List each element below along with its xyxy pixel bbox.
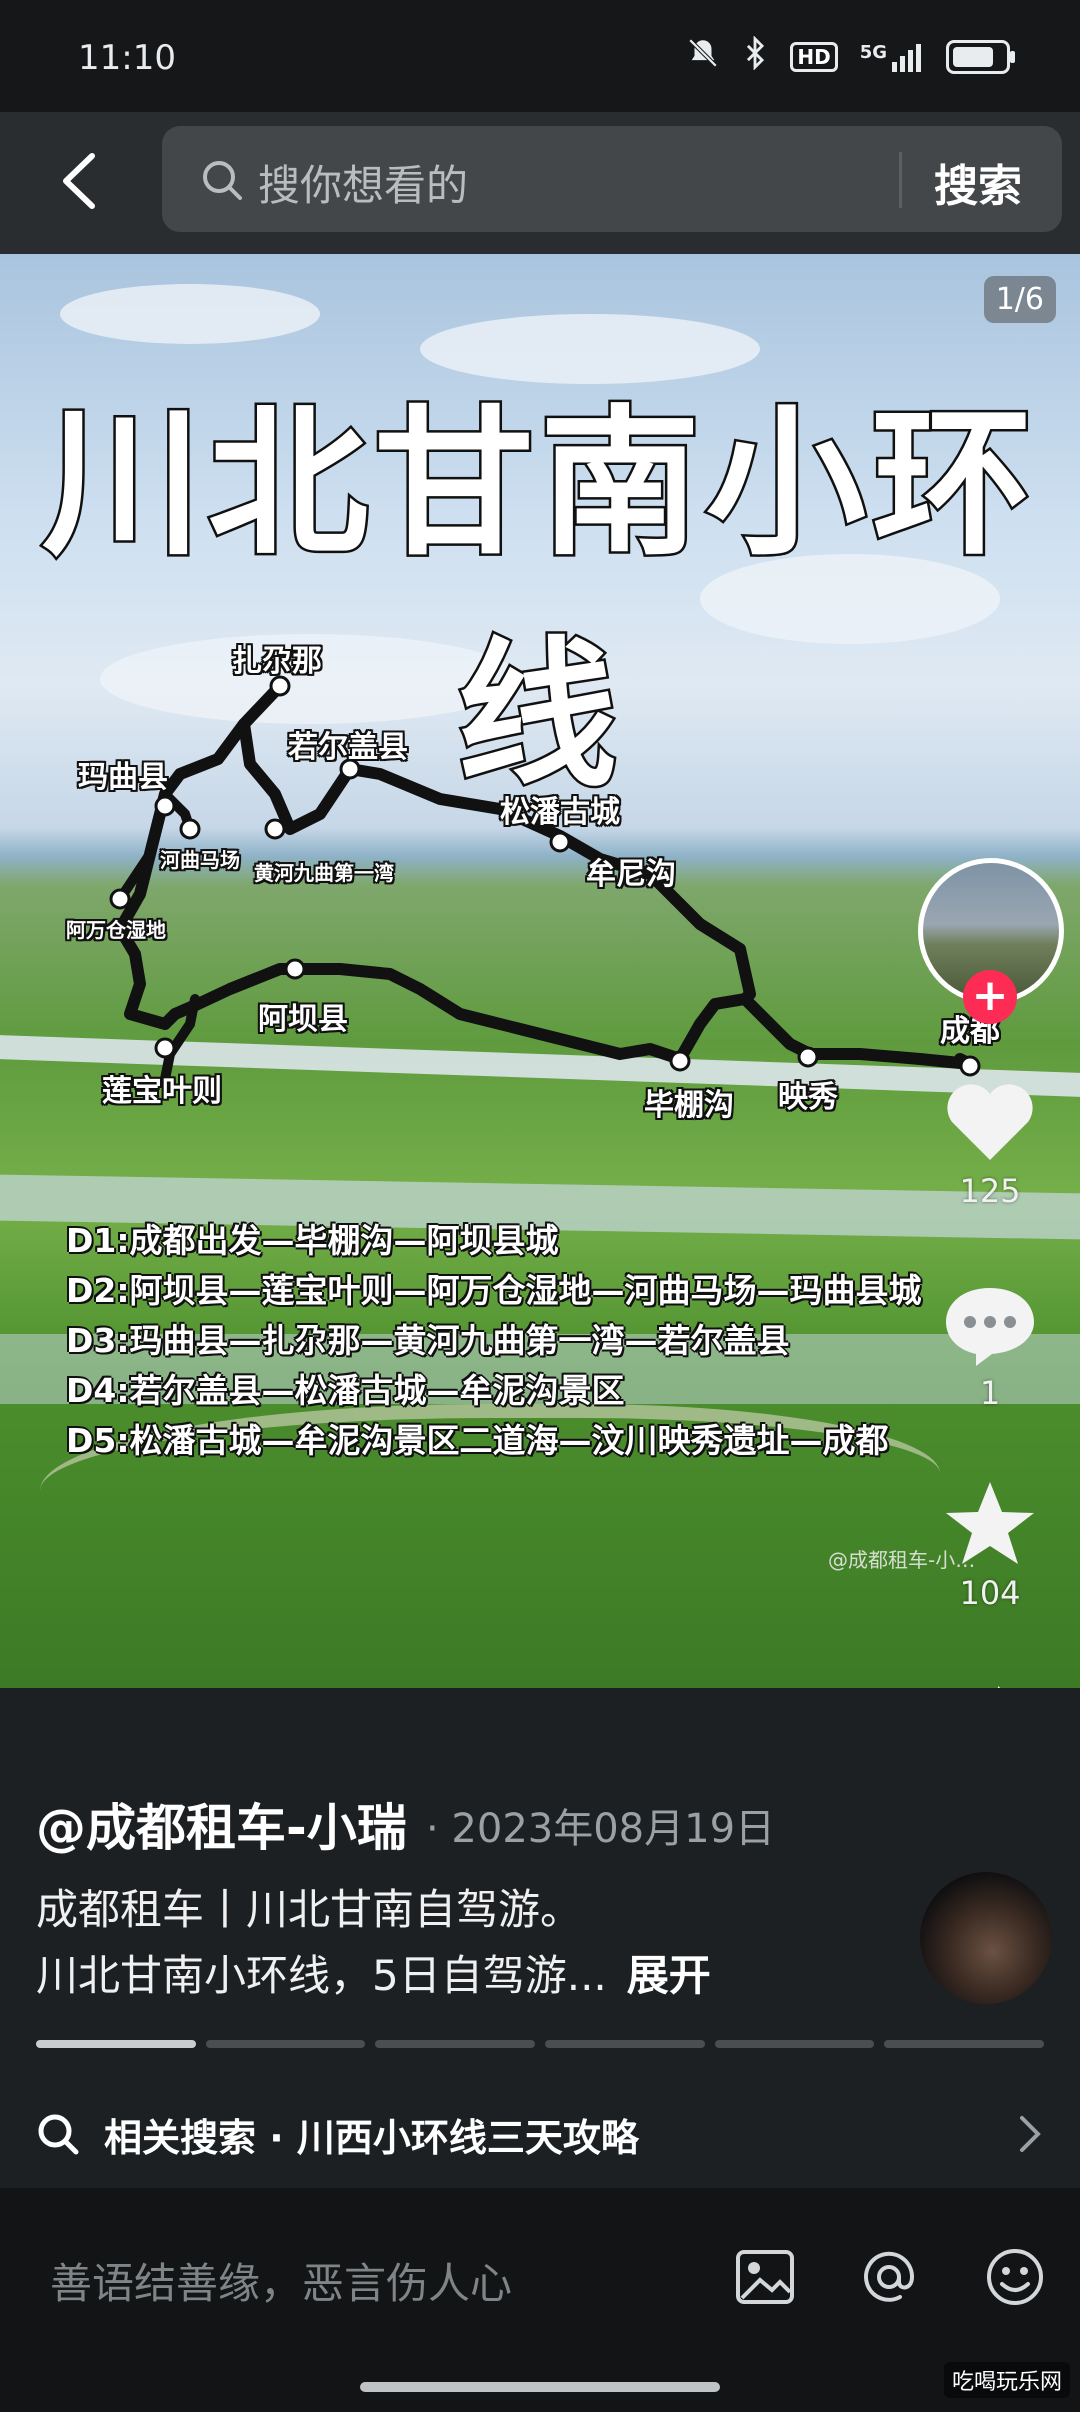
post-info: @成都租车-小瑞 · 2023年08月19日 成都租车丨川北甘南自驾游。 川北甘… xyxy=(0,1688,1080,2188)
comment-count: 1 xyxy=(979,1374,1001,1412)
back-arrow-icon xyxy=(63,153,95,209)
expand-button[interactable]: 展开 xyxy=(627,1951,711,2000)
place-maqu: 玛曲县 xyxy=(78,760,168,795)
corner-watermark: 吃喝玩乐网 xyxy=(943,2362,1070,2398)
like-count: 125 xyxy=(959,1172,1021,1210)
itinerary-day-2: D2:阿坝县—莲宝叶则—阿万仓湿地—河曲马场—玛曲县城 xyxy=(66,1271,922,1310)
search-input[interactable]: 搜你想看的 xyxy=(258,152,468,213)
place-yingxiu: 映秀 xyxy=(778,1080,838,1115)
itinerary-day-3: D3:玛曲县—扎尕那—黄河九曲第一湾—若尔盖县 xyxy=(66,1321,790,1360)
search-divider xyxy=(899,152,902,208)
hd-badge: HD xyxy=(790,42,838,72)
post-date: · 2023年08月19日 xyxy=(426,1806,776,1852)
search-box[interactable]: 搜你想看的 搜索 xyxy=(162,126,1062,232)
related-search-text: 相关搜索 · 川西小环线三天攻略 xyxy=(104,2115,639,2160)
comment-input[interactable]: 善语结善缘，恶言伤人心 xyxy=(50,2250,512,2311)
like-button[interactable]: 125 xyxy=(915,1076,1065,1210)
place-songpan: 松潘古城 xyxy=(500,795,620,830)
status-bar: 11:10 HD 5G xyxy=(0,0,1080,112)
description-text: 川北甘南小环线，5日自驾游... xyxy=(36,1951,607,2000)
network-label: 5G xyxy=(859,42,887,63)
itinerary-day-1: D1:成都出发—毕棚沟—阿坝县城 xyxy=(66,1221,559,1260)
progress-segment xyxy=(205,2040,366,2048)
bluetooth-icon xyxy=(742,35,768,78)
music-avatar[interactable] xyxy=(920,1872,1052,2004)
itinerary: D1:成都出发—毕棚沟—阿坝县城 D2:阿坝县—莲宝叶则—阿万仓湿地—河曲马场—… xyxy=(66,1216,922,1466)
signal-icon: 5G xyxy=(860,42,924,72)
mute-bell-icon xyxy=(686,36,720,78)
itinerary-day-4: D4:若尔盖县—松潘古城—牟泥沟景区 xyxy=(66,1371,625,1410)
itinerary-day-5: D5:松潘古城—牟泥沟景区二道海—汶川映秀遗址—成都 xyxy=(66,1421,889,1460)
description-line-1: 成都租车丨川北甘南自驾游。 xyxy=(36,1885,583,1934)
related-search[interactable]: 相关搜索 · 川西小环线三天攻略 xyxy=(36,2104,1044,2164)
star-icon xyxy=(946,1482,1034,1564)
place-hequ-horse: 河曲马场 xyxy=(160,848,240,872)
search-icon xyxy=(203,161,242,200)
heart-icon xyxy=(947,1084,1033,1160)
favorite-count: 104 xyxy=(959,1574,1021,1612)
battery-icon xyxy=(946,40,1015,74)
progress-segment xyxy=(375,2040,536,2048)
comment-icon xyxy=(946,1288,1034,1366)
place-mounigou: 牟尼沟 xyxy=(586,857,676,892)
image-progress xyxy=(36,2040,1045,2050)
status-time: 11:10 xyxy=(78,38,176,78)
route-map xyxy=(109,675,981,1084)
favorite-button[interactable]: 104 xyxy=(915,1478,1065,1612)
progress-segment xyxy=(545,2040,705,2048)
image-icon[interactable] xyxy=(732,2244,798,2310)
place-zhaganna: 扎尕那 xyxy=(232,644,322,679)
comment-bar: 善语结善缘，恶言伤人心 吃喝玩乐网 xyxy=(0,2188,1080,2412)
progress-segment xyxy=(36,2040,196,2048)
place-aba: 阿坝县 xyxy=(258,1002,348,1037)
place-bipenggou: 毕棚沟 xyxy=(644,1088,734,1123)
back-button[interactable] xyxy=(48,146,110,216)
place-ruoergai: 若尔盖县 xyxy=(288,730,408,765)
top-bar: 搜你想看的 搜索 xyxy=(0,112,1080,254)
place-huanghe: 黄河九曲第一湾 xyxy=(254,861,394,885)
comment-button[interactable]: 1 xyxy=(915,1278,1065,1412)
chevron-right-icon xyxy=(1020,2116,1041,2152)
search-icon xyxy=(38,2114,79,2155)
emoji-icon[interactable] xyxy=(982,2244,1048,2310)
mention-icon[interactable] xyxy=(856,2244,922,2310)
place-lianbao: 莲宝叶则 xyxy=(102,1074,222,1109)
home-indicator[interactable] xyxy=(360,2382,720,2392)
author-name[interactable]: @成都租车-小瑞 xyxy=(36,1788,407,1860)
description-line-2: 川北甘南小环线，5日自驾游... 展开 xyxy=(36,1942,711,2003)
progress-segment xyxy=(714,2040,875,2048)
status-icons: HD 5G xyxy=(686,35,1015,78)
post-image[interactable]: 1/6 川北甘南小环线 扎尕那 若尔盖县 玛曲县 河曲马场 黄河九曲第一湾 松潘… xyxy=(0,254,1080,1688)
search-button[interactable]: 搜索 xyxy=(934,150,1022,214)
place-awancang: 阿万仓湿地 xyxy=(66,918,166,942)
progress-segment xyxy=(884,2040,1045,2048)
follow-button[interactable]: + xyxy=(963,970,1017,1024)
